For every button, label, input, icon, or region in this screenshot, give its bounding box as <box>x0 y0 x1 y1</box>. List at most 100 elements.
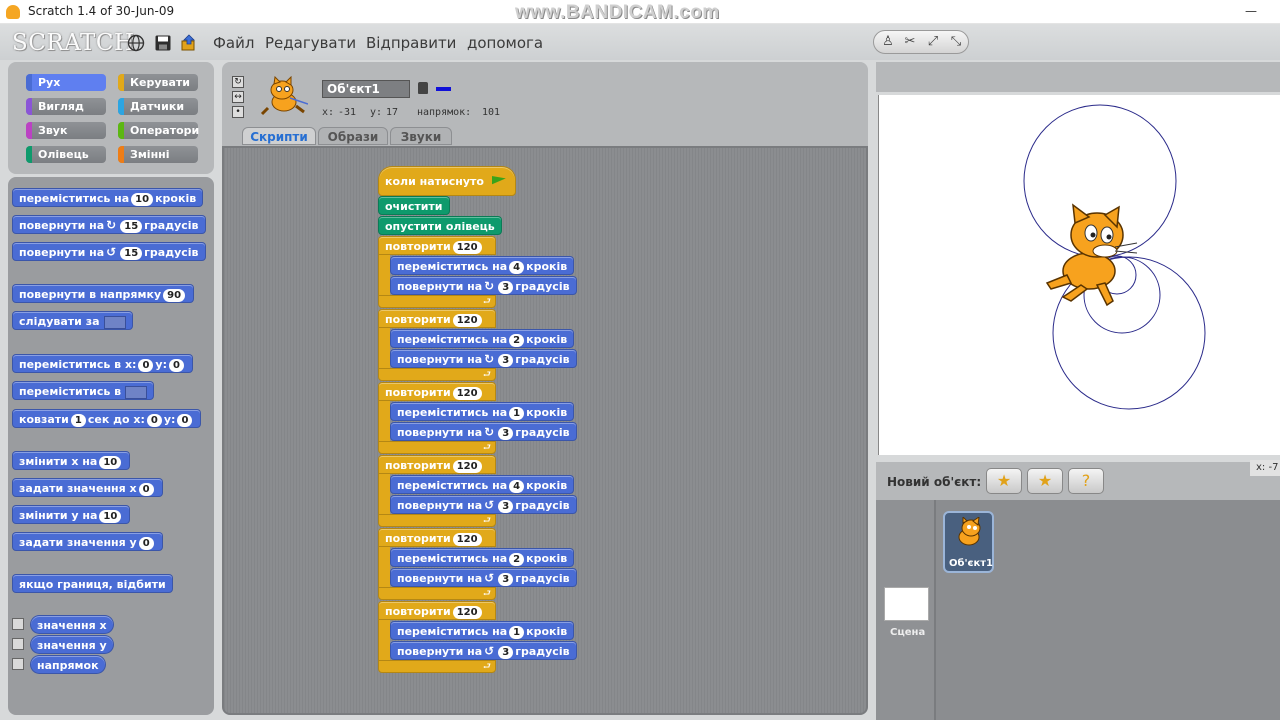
block-turn[interactable]: повернути на ↺ 3 градусів <box>390 641 577 660</box>
random-sprite-icon[interactable]: ? <box>1068 468 1104 494</box>
repeat-block[interactable]: повторити 120 ⮐ переміститись на 4 кроків пове… <box>378 455 577 528</box>
sprite-name-field[interactable]: Об'єкт1 <box>322 80 410 98</box>
reporter-x-position[interactable]: значення x <box>30 615 114 634</box>
block-move-steps[interactable]: переміститись на 1 кроків <box>390 621 575 640</box>
turn-degrees-value[interactable]: 3 <box>498 280 514 294</box>
repeat-arm <box>378 620 390 660</box>
reporter-direction[interactable]: напрямок <box>30 655 106 674</box>
save-icon[interactable] <box>154 34 172 52</box>
checkbox-direction[interactable] <box>12 658 24 670</box>
category-motion[interactable]: Рух <box>26 74 106 91</box>
block-move-steps[interactable]: переміститись на 4 кроків <box>390 475 575 494</box>
palette-point-towards-block[interactable]: слідувати за <box>12 311 133 330</box>
repeat-count[interactable]: 120 <box>452 459 482 473</box>
palette-move-block[interactable]: переміститись на 10 кроків <box>12 188 204 207</box>
palette-change-x-block[interactable]: змінити x на 10 <box>12 451 131 470</box>
block-turn[interactable]: повернути на ↻ 3 градусів <box>390 349 577 368</box>
reporter-y-position[interactable]: значення y <box>30 635 114 654</box>
menu-help[interactable]: допомога <box>467 34 543 52</box>
repeat-block[interactable]: повторити 120 ⮐ переміститись на 2 кроків пове… <box>378 528 577 601</box>
share-icon[interactable] <box>180 34 198 52</box>
menu-edit[interactable]: Редагувати <box>265 34 356 52</box>
move-steps-value[interactable]: 1 <box>509 406 525 420</box>
turn-degrees-value[interactable]: 3 <box>498 645 514 659</box>
block-move-steps[interactable]: переміститись на 1 кроків <box>390 402 575 421</box>
repeat-block[interactable]: повторити 120 ⮐ переміститись на 1 кроків пове… <box>378 601 577 674</box>
repeat-block[interactable]: повторити 120 ⮐ переміститись на 2 кроків пове… <box>378 309 577 382</box>
turn-degrees-value[interactable]: 3 <box>498 499 514 513</box>
delete-tool-icon[interactable]: ✂ <box>901 34 919 50</box>
globe-icon[interactable] <box>127 34 145 52</box>
palette-bounce-block[interactable]: якщо границя, відбити <box>12 574 173 593</box>
lock-icon[interactable] <box>418 82 428 94</box>
move-steps-value[interactable]: 1 <box>509 625 525 639</box>
rotate-style-full-icon[interactable]: ↻ <box>232 76 244 88</box>
palette-turn-cw-block[interactable]: повернути на ↻ 15 градусів <box>12 215 206 234</box>
block-pen-down[interactable]: опустити олівець <box>378 216 502 235</box>
palette-goto-block[interactable]: переміститись в <box>12 381 155 400</box>
hat-when-flag-clicked[interactable]: коли натиснуто <box>378 166 516 196</box>
stage[interactable] <box>878 95 1280 455</box>
palette-point-direction-block[interactable]: повернути в напрямку 90 <box>12 284 195 303</box>
menu-share[interactable]: Відправити <box>366 34 456 52</box>
category-operators[interactable]: Оператори <box>118 122 199 139</box>
paint-new-sprite-icon[interactable]: ★ <box>986 468 1022 494</box>
repeat-block[interactable]: повторити 120 ⮐ переміститись на 4 кроків пове… <box>378 236 577 309</box>
category-pen[interactable]: Олівець <box>26 146 106 163</box>
repeat-count[interactable]: 120 <box>452 313 482 327</box>
repeat-count[interactable]: 120 <box>452 240 482 254</box>
tab-scripts[interactable]: Скрипти <box>242 127 316 145</box>
block-move-steps[interactable]: переміститись на 2 кроків <box>390 329 575 348</box>
rotate-style-flip-icon[interactable]: ↔ <box>232 91 244 103</box>
block-turn[interactable]: повернути на ↻ 3 градусів <box>390 276 577 295</box>
tab-sounds[interactable]: Звуки <box>390 127 452 145</box>
point-towards-dropdown[interactable] <box>103 315 126 329</box>
palette-set-x-block[interactable]: задати значення x0 <box>12 478 163 497</box>
category-control[interactable]: Керувати <box>118 74 198 91</box>
stage-thumbnail[interactable] <box>884 587 929 621</box>
palette-glide-block[interactable]: ковзати 1 сек до x: 0 y: 0 <box>12 409 202 428</box>
shrink-tool-icon[interactable]: ⤡ <box>947 34 965 50</box>
choose-sprite-file-icon[interactable]: ★ <box>1027 468 1063 494</box>
tab-costumes[interactable]: Образи <box>318 127 388 145</box>
block-move-steps[interactable]: переміститись на 4 кроків <box>390 256 575 275</box>
block-turn[interactable]: повернути на ↺ 3 градусів <box>390 568 577 587</box>
turn-degrees-value[interactable]: 3 <box>498 353 514 367</box>
repeat-header[interactable]: повторити 120 <box>378 601 496 620</box>
palette-set-y-block[interactable]: задати значення y0 <box>12 532 163 551</box>
duplicate-tool-icon[interactable]: ♙ <box>879 34 897 50</box>
category-variables[interactable]: Змінні <box>118 146 198 163</box>
block-clear[interactable]: очистити <box>378 196 450 215</box>
move-steps-value[interactable]: 4 <box>509 260 525 274</box>
palette-change-y-block[interactable]: змінити y на 10 <box>12 505 131 524</box>
category-sensing[interactable]: Датчики <box>118 98 198 115</box>
repeat-count[interactable]: 120 <box>452 532 482 546</box>
rotate-style-none-icon[interactable]: • <box>232 106 244 118</box>
repeat-header[interactable]: повторити 120 <box>378 309 496 328</box>
minimize-button[interactable]: — <box>1244 4 1258 18</box>
block-move-steps[interactable]: переміститись на 2 кроків <box>390 548 575 567</box>
checkbox-x-position[interactable] <box>12 618 24 630</box>
move-steps-value[interactable]: 2 <box>509 333 525 347</box>
menu-file[interactable]: Файл <box>213 34 254 52</box>
repeat-header[interactable]: повторити 120 <box>378 236 496 255</box>
repeat-count[interactable]: 120 <box>452 605 482 619</box>
turn-degrees-value[interactable]: 3 <box>498 426 514 440</box>
repeat-header[interactable]: повторити 120 <box>378 528 496 547</box>
repeat-count[interactable]: 120 <box>452 386 482 400</box>
category-looks[interactable]: Вигляд <box>26 98 106 115</box>
checkbox-y-position[interactable] <box>12 638 24 650</box>
repeat-header[interactable]: повторити 120 <box>378 382 496 401</box>
grow-tool-icon[interactable]: ⤢ <box>924 34 942 50</box>
repeat-header[interactable]: повторити 120 <box>378 455 496 474</box>
goto-dropdown[interactable] <box>125 385 148 399</box>
turn-degrees-value[interactable]: 3 <box>498 572 514 586</box>
category-sound[interactable]: Звук <box>26 122 106 139</box>
move-steps-value[interactable]: 4 <box>509 479 525 493</box>
block-turn[interactable]: повернути на ↺ 3 градусів <box>390 495 577 514</box>
repeat-block[interactable]: повторити 120 ⮐ переміститись на 1 кроків пове… <box>378 382 577 455</box>
palette-turn-ccw-block[interactable]: повернути на ↺ 15 градусів <box>12 242 206 261</box>
block-turn[interactable]: повернути на ↻ 3 градусів <box>390 422 577 441</box>
move-steps-value[interactable]: 2 <box>509 552 525 566</box>
palette-goto-xy-block[interactable]: переміститись в x: 0 y: 0 <box>12 354 193 373</box>
